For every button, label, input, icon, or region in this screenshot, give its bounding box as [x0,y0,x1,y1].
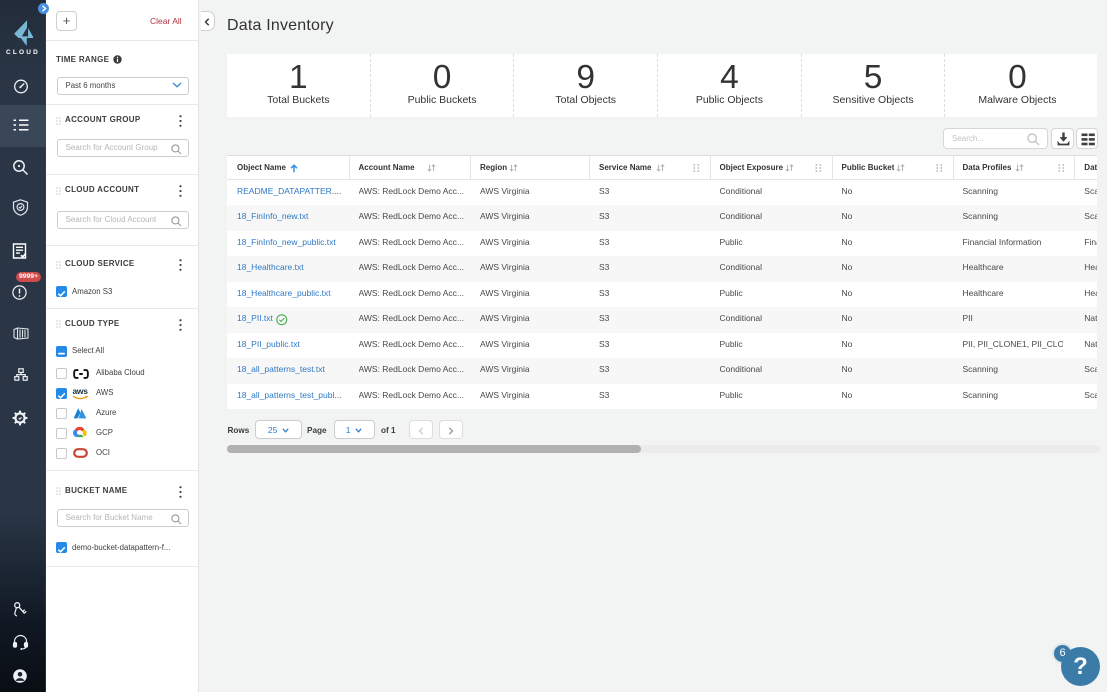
svg-text:CLOUD: CLOUD [6,49,40,56]
